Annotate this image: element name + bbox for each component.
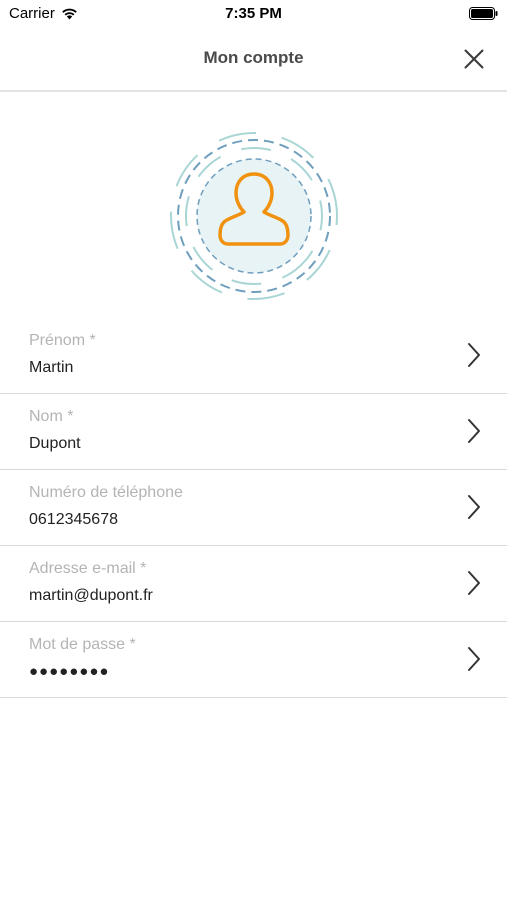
chevron-right-icon	[468, 647, 480, 671]
field-row-last-name[interactable]: Nom * Dupont	[0, 394, 507, 470]
field-value: Dupont	[29, 435, 81, 452]
account-fields-list: Prénom * Martin Nom * Dupont Numéro de t…	[0, 318, 507, 698]
field-row-phone[interactable]: Numéro de téléphone 0612345678	[0, 470, 507, 546]
close-icon	[464, 49, 484, 69]
battery-icon	[469, 7, 498, 20]
field-label: Adresse e-mail *	[29, 560, 147, 577]
field-label: Numéro de téléphone	[29, 484, 183, 501]
field-row-password[interactable]: Mot de passe * ●●●●●●●●	[0, 622, 507, 698]
chevron-right-icon	[468, 495, 480, 519]
status-time: 7:35 PM	[225, 5, 282, 22]
field-row-email[interactable]: Adresse e-mail * martin@dupont.fr	[0, 546, 507, 622]
page-title: Mon compte	[203, 48, 304, 67]
field-value: martin@dupont.fr	[29, 587, 153, 604]
close-button[interactable]	[459, 44, 489, 74]
account-screen: Carrier 7:35 PM Mon compte Prénom * Mart…	[0, 0, 507, 900]
chevron-right-icon	[468, 419, 480, 443]
status-bar: Carrier 7:35 PM	[0, 0, 507, 28]
chevron-right-icon	[468, 343, 480, 367]
user-avatar-icon	[170, 132, 338, 300]
field-label: Mot de passe *	[29, 636, 136, 653]
field-value: 0612345678	[29, 511, 118, 528]
navigation-bar: Mon compte	[0, 28, 507, 92]
field-label: Prénom *	[29, 332, 96, 349]
chevron-right-icon	[468, 571, 480, 595]
field-row-first-name[interactable]: Prénom * Martin	[0, 318, 507, 394]
field-value: ●●●●●●●●	[29, 663, 110, 680]
field-label: Nom *	[29, 408, 74, 425]
field-value: Martin	[29, 359, 74, 376]
avatar[interactable]	[168, 130, 340, 302]
